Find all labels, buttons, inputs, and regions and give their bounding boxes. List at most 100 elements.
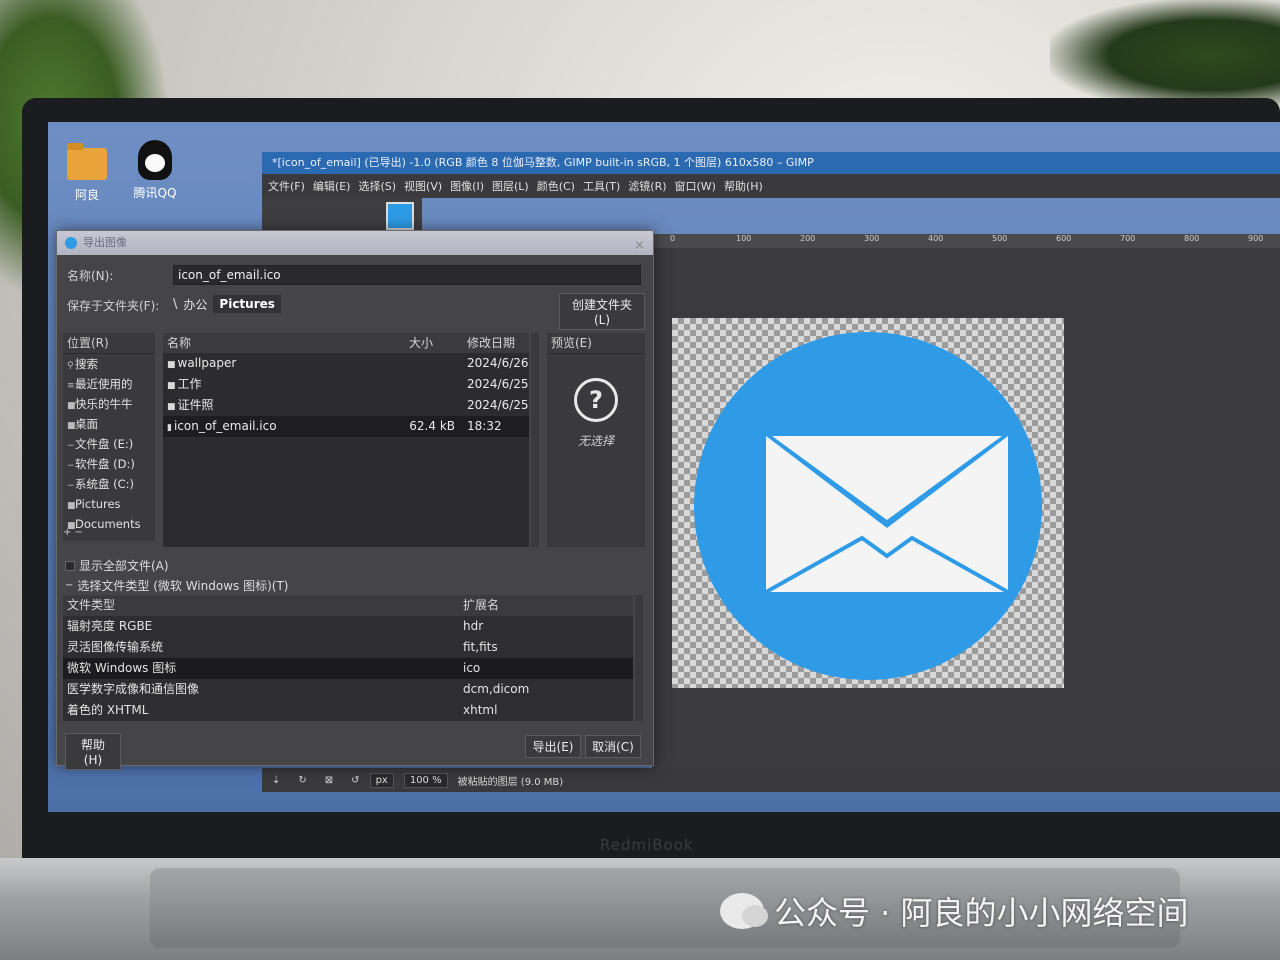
path-bar: \ 办公 Pictures: [173, 295, 281, 313]
desktop-icon-label: 阿良: [74, 188, 99, 202]
places-sidebar: 位置(R) ⚲搜索 ≡最近使用的 ■快乐的牛牛 ■桌面 −文件盘 (E:) −软…: [63, 333, 155, 541]
menu-select[interactable]: 选择(S): [358, 178, 396, 194]
folder-label: 保存于文件夹(F):: [67, 299, 160, 313]
menu-windows[interactable]: 窗口(W): [675, 178, 716, 194]
file-type-name: 医学数字成像和通信图像: [67, 682, 200, 696]
folder-icon: ■: [167, 360, 176, 370]
unit-select[interactable]: px: [369, 772, 394, 788]
reset-icon[interactable]: ↺: [351, 775, 359, 786]
place-drive-e[interactable]: −文件盘 (E:): [63, 434, 155, 454]
desktop-icon-qq[interactable]: 腾讯QQ: [120, 140, 190, 201]
file-type-name: 着色的 XHTML: [67, 703, 149, 717]
grid-icon[interactable]: ⊠: [325, 775, 333, 786]
menu-colors[interactable]: 颜色(C): [537, 178, 575, 194]
plant-right: [1050, 0, 1280, 110]
file-type-ext: hdr: [463, 619, 484, 633]
image-tab-thumbnail[interactable]: [386, 202, 414, 230]
folder-icon: ■: [67, 501, 76, 511]
file-type-ext: fit,fits: [463, 640, 498, 654]
collapse-icon: −: [65, 580, 74, 591]
column-file-type[interactable]: 文件类型: [63, 595, 463, 616]
path-segment-parent[interactable]: 办公: [183, 296, 207, 313]
file-icon: ▮: [167, 423, 172, 433]
place-drive-c[interactable]: −系统盘 (C:): [63, 474, 155, 494]
file-type-row[interactable]: 灵活图像传输系统 fit,fits: [63, 637, 633, 658]
layer-status-text: 被粘贴的图层 (9.0 MB): [457, 776, 564, 788]
column-extension[interactable]: 扩展名: [463, 595, 633, 616]
menu-edit[interactable]: 编辑(E): [313, 178, 351, 194]
help-button[interactable]: 帮助(H): [65, 733, 121, 770]
ruler-tick: 400: [928, 234, 944, 243]
file-date: 18:32: [467, 419, 502, 433]
path-segment-current[interactable]: Pictures: [213, 295, 281, 313]
rotate-icon[interactable]: ↻: [298, 775, 306, 786]
ruler-tick: 700: [1120, 234, 1136, 243]
place-label: 搜索: [75, 357, 98, 371]
folder-icon: ■: [167, 381, 176, 391]
file-type-ext: ico: [463, 661, 481, 675]
file-type-row[interactable]: 医学数字成像和通信图像 dcm,dicom: [63, 679, 633, 700]
desktop-icon-label: 腾讯QQ: [133, 186, 177, 200]
cancel-button[interactable]: 取消(C): [585, 735, 641, 758]
email-icon-artwork: [694, 332, 1042, 680]
create-folder-button[interactable]: 创建文件夹(L): [559, 293, 645, 330]
place-recent[interactable]: ≡最近使用的: [63, 374, 155, 394]
file-type-row[interactable]: 辐射亮度 RGBE hdr: [63, 616, 633, 637]
desktop-icon-user-folder[interactable]: 阿良: [52, 143, 122, 203]
file-type-expander[interactable]: − 选择文件类型 (微软 Windows 图标)(T): [65, 577, 288, 594]
pointer-icon[interactable]: ⇣: [272, 775, 280, 786]
menu-image[interactable]: 图像(I): [450, 178, 484, 194]
place-drive-d[interactable]: −软件盘 (D:): [63, 454, 155, 474]
ruler-tick: 300: [864, 234, 880, 243]
status-tools: ⇣ ↻ ⊠ ↺: [272, 775, 360, 786]
image-canvas[interactable]: [652, 248, 1280, 768]
ruler-tick: 100: [736, 234, 752, 243]
ruler-tick: 500: [992, 234, 1008, 243]
file-row[interactable]: ■ 工作 2024/6/25: [163, 374, 529, 395]
folder-icon: ■: [167, 402, 176, 412]
preview-header[interactable]: 预览(E): [547, 333, 645, 354]
close-icon[interactable]: ×: [634, 234, 645, 258]
file-type-name: 辐射亮度 RGBE: [67, 619, 153, 633]
menu-tools[interactable]: 工具(T): [583, 178, 620, 194]
place-label: 快乐的牛牛: [75, 397, 133, 411]
menu-file[interactable]: 文件(F): [268, 178, 305, 194]
menu-view[interactable]: 视图(V): [404, 178, 442, 194]
menu-filters[interactable]: 滤镜(R): [628, 178, 666, 194]
ruler-tick: 0: [670, 234, 676, 243]
place-desktop[interactable]: ■桌面: [63, 414, 155, 434]
ruler-tick: 800: [1184, 234, 1200, 243]
place-home[interactable]: ■快乐的牛牛: [63, 394, 155, 414]
file-name: wallpaper: [177, 356, 237, 370]
export-image-dialog: 导出图像 × 名称(N): 保存于文件夹(F): \ 办公 Pictures 创…: [56, 230, 654, 770]
file-type-row[interactable]: 着色的 XHTML xhtml: [63, 700, 633, 721]
column-name[interactable]: 名称: [163, 333, 409, 353]
place-label: 文件盘 (E:): [75, 437, 134, 451]
file-row[interactable]: ■ 证件照 2024/6/25: [163, 395, 529, 416]
zoom-select[interactable]: 100 %: [403, 772, 448, 788]
file-row-selected[interactable]: ▮ icon_of_email.ico 62.4 kB 18:32: [163, 416, 529, 437]
show-all-files-checkbox[interactable]: 显示全部文件(A): [65, 557, 169, 574]
add-remove-bookmark-buttons[interactable]: + −: [63, 527, 83, 538]
column-size[interactable]: 大小: [409, 333, 463, 353]
menu-layer[interactable]: 图层(L): [492, 178, 529, 194]
export-button[interactable]: 导出(E): [525, 735, 581, 758]
place-search[interactable]: ⚲搜索: [63, 354, 155, 374]
path-root-button[interactable]: \: [173, 297, 177, 312]
dialog-titlebar[interactable]: 导出图像 ×: [57, 231, 653, 255]
place-pictures[interactable]: ■Pictures: [63, 494, 155, 514]
file-name: 证件照: [177, 398, 214, 412]
column-date[interactable]: 修改日期: [463, 333, 529, 353]
file-list: 名称 大小 修改日期 ■ wallpaper 2024/6/26 ■ 工作 2024…: [163, 333, 529, 547]
filename-input[interactable]: [173, 265, 641, 285]
file-type-row-selected[interactable]: 微软 Windows 图标 ico: [63, 658, 633, 679]
file-row[interactable]: ■ wallpaper 2024/6/26: [163, 353, 529, 374]
file-type-scrollbar[interactable]: [635, 595, 643, 721]
place-label: Pictures: [75, 497, 121, 511]
drive-icon: −: [67, 441, 75, 451]
menu-help[interactable]: 帮助(H): [724, 178, 763, 194]
file-list-scrollbar[interactable]: [531, 333, 539, 547]
gimp-titlebar[interactable]: *[icon_of_email] (已导出) -1.0 (RGB 颜色 8 位伽…: [262, 152, 1280, 174]
file-date: 2024/6/25: [467, 398, 529, 412]
transparency-checkerboard: [672, 318, 1064, 688]
